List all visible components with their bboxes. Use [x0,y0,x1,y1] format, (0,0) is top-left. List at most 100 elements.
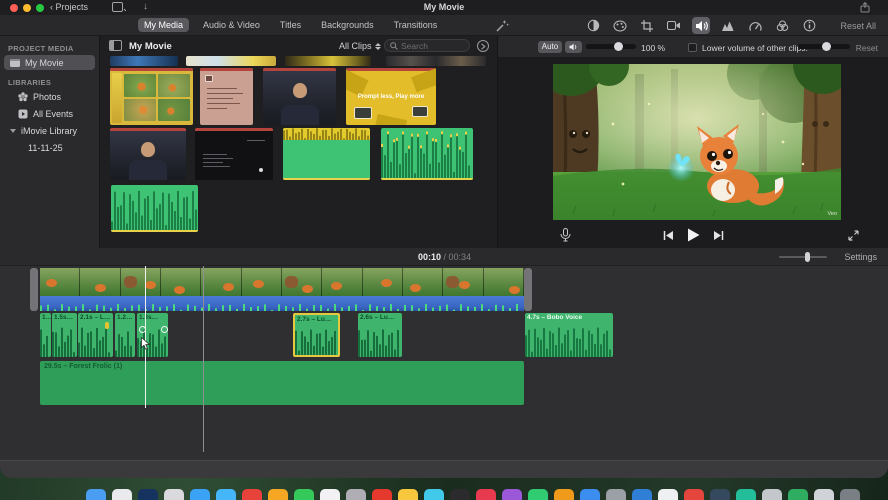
sidebar-item-my-movie[interactable]: My Movie [4,55,95,70]
sidebar-item-library-date[interactable]: 11-11-25 [4,140,95,155]
dock-app-icon[interactable] [502,489,522,500]
audio-clip[interactable]: 2.6s – Lu… [358,313,402,357]
volume-slider[interactable] [586,41,636,51]
color-balance-icon[interactable] [584,17,602,34]
share-icon[interactable] [860,2,870,13]
color-correction-icon[interactable] [611,17,629,34]
audio-clip[interactable]: 2.1s – L… [78,313,113,357]
sidebar-item-photos[interactable]: Photos [4,89,95,104]
dock-app-icon[interactable] [372,489,392,500]
dock-app-icon[interactable] [190,489,210,500]
dock-app-icon[interactable] [606,489,626,500]
auto-volume-button[interactable]: Auto [538,41,562,53]
mute-button[interactable] [565,41,582,53]
dock-app-icon[interactable] [476,489,496,500]
reset-volume-button[interactable]: Reset [856,43,878,53]
tab-titles[interactable]: Titles [274,18,307,32]
timeline-zoom-slider[interactable] [779,252,827,262]
all-clips-filter[interactable]: All Clips [339,41,381,51]
volume-slider-knob[interactable] [614,41,623,51]
timeline-settings-button[interactable]: Settings [844,252,877,262]
video-clip-audio-track[interactable] [40,296,524,311]
dock-app-icon[interactable] [268,489,288,500]
lower-volume-checkbox[interactable] [688,43,697,52]
clip-information-icon[interactable] [800,17,818,34]
media-thumbnail[interactable] [386,56,486,66]
dock-app-icon[interactable] [164,489,184,500]
beat-marker[interactable] [105,322,109,329]
clip-filter-icon[interactable] [773,17,791,34]
music-clip[interactable]: 29.5s – Forest Frolic (1) [40,361,524,405]
sidebar-item-imovie-library[interactable]: iMovie Library [4,123,95,138]
audio-clip[interactable]: 1.2… [115,313,135,357]
dock-app-icon[interactable] [320,489,340,500]
audio-clip[interactable]: 1.5s… [52,313,77,357]
volume-icon[interactable] [692,17,710,34]
dock-app-icon[interactable] [554,489,574,500]
skip-back-button[interactable] [663,230,674,241]
fade-handle-right[interactable] [161,326,168,333]
media-thumbnail-yellow-slide[interactable]: Prompt less, Play more [346,68,436,125]
sidebar-toggle-icon[interactable] [109,40,122,51]
dock-app-icon[interactable] [112,489,132,500]
tab-backgrounds[interactable]: Backgrounds [315,18,380,32]
dock-app-icon[interactable] [294,489,314,500]
media-thumbnail[interactable] [186,56,276,66]
play-button[interactable] [687,228,700,242]
dock-app-icon[interactable] [840,489,860,500]
dock-app-icon[interactable] [424,489,444,500]
skip-forward-button[interactable] [713,230,724,241]
audio-clip-bobo-voice[interactable]: 4.7s – Bobo Voice [525,313,613,357]
video-clip-filmstrip[interactable] [40,268,524,296]
audio-clip[interactable]: 1.3s… [137,313,168,357]
audio-clip[interactable]: 1… [40,313,51,357]
media-thumbnail-audio-clip[interactable] [381,128,473,180]
dock-app-icon[interactable] [398,489,418,500]
dock-app-icon[interactable] [684,489,704,500]
zoom-slider-knob[interactable] [805,252,810,262]
media-thumbnail-audio-clip[interactable] [111,185,198,232]
audio-clip-selected[interactable]: 2.7s – Lu… [293,313,340,357]
ducking-slider-knob[interactable] [822,41,831,51]
dock-app-icon[interactable] [242,489,262,500]
dock-app-icon[interactable] [710,489,730,500]
speed-icon[interactable] [746,17,764,34]
enhance-wand-icon[interactable] [495,19,509,33]
trim-handle-left[interactable] [30,268,38,311]
noise-reduction-icon[interactable] [719,17,737,34]
media-thumbnail-fox-collage[interactable] [110,68,193,125]
reset-all-button[interactable]: Reset All [840,21,876,31]
media-thumbnail-screen-recording[interactable] [195,128,273,180]
dock-app-icon[interactable] [814,489,834,500]
tab-my-media[interactable]: My Media [138,18,190,32]
dock-app-icon[interactable] [346,489,366,500]
media-thumbnail[interactable] [110,56,178,66]
tab-transitions[interactable]: Transitions [388,18,444,32]
dock-app-icon[interactable] [450,489,470,500]
disclosure-triangle-icon[interactable] [10,128,16,133]
fade-handle-left[interactable] [139,326,146,333]
dock-app-icon[interactable] [216,489,236,500]
trim-handle-right[interactable] [524,268,532,311]
media-thumbnail-presenter[interactable] [110,128,186,180]
fullscreen-icon[interactable] [847,229,860,242]
dock-app-icon[interactable] [736,489,756,500]
dock-app-icon[interactable] [580,489,600,500]
crop-icon[interactable] [638,17,656,34]
tab-audio-video[interactable]: Audio & Video [197,18,266,32]
dock-app-icon[interactable] [632,489,652,500]
media-thumbnail-presenter[interactable] [263,68,336,125]
media-thumbnail-audio-clip[interactable] [283,128,370,180]
dock-app-icon[interactable] [788,489,808,500]
ducking-slider[interactable] [798,41,850,51]
sidebar-item-all-events[interactable]: All Events [4,106,95,121]
search-input[interactable]: Search [384,39,470,52]
dock-app-icon[interactable] [86,489,106,500]
dock-app-icon[interactable] [658,489,678,500]
media-thumbnail[interactable] [285,56,371,66]
dock-app-icon[interactable] [138,489,158,500]
stabilization-icon[interactable] [665,17,683,34]
dock-app-icon[interactable] [762,489,782,500]
dock-app-icon[interactable] [528,489,548,500]
continue-arrow-icon[interactable] [477,40,489,52]
